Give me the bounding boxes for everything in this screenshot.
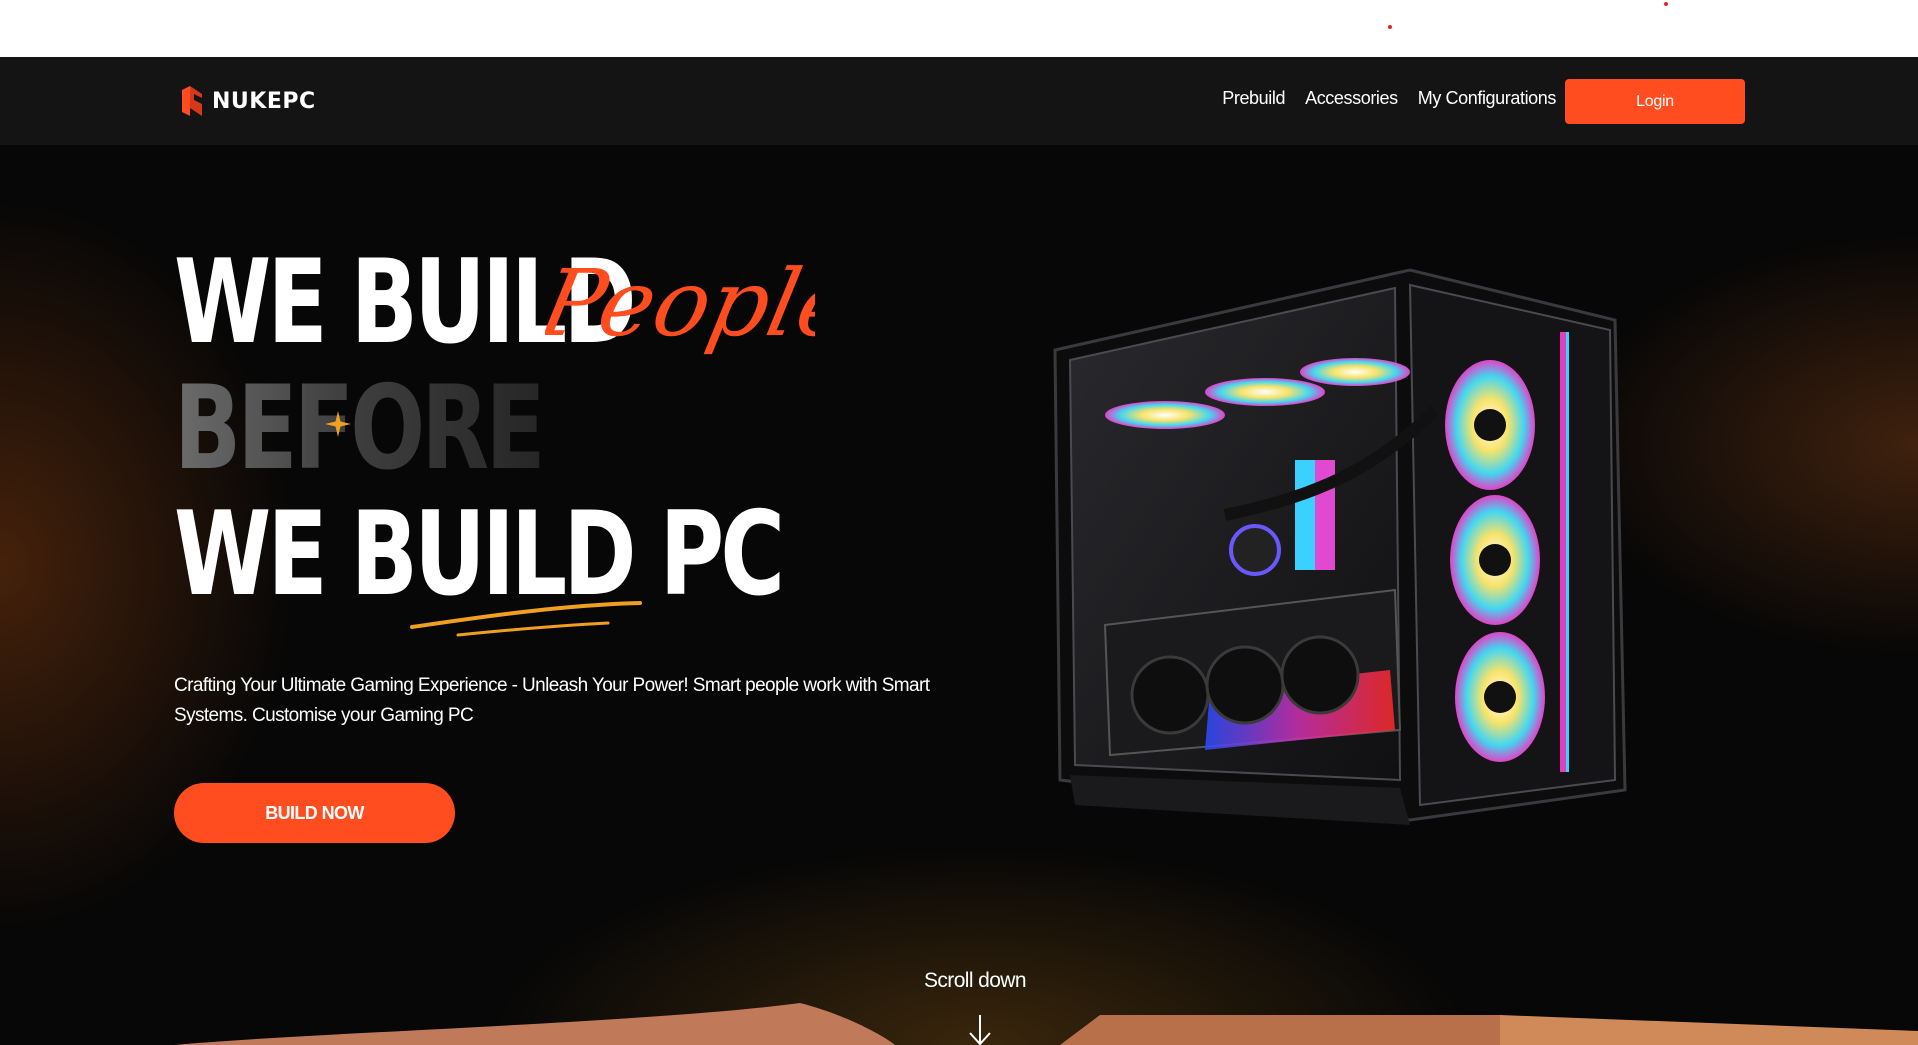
main-nav: Prebuild Accessories My Configurations [1222, 88, 1556, 109]
brand-logo[interactable]: NUKEPC [180, 84, 316, 118]
hero-section: WE BUILD People BEFORE WE BUILD PC Craft… [0, 145, 1918, 1045]
nav-link-accessories[interactable]: Accessories [1305, 88, 1398, 109]
brush-underline-icon [410, 601, 642, 637]
scroll-down-label[interactable]: Scroll down [924, 969, 1027, 993]
nav-link-prebuild[interactable]: Prebuild [1222, 88, 1285, 109]
sparkle-icon [325, 411, 351, 437]
headline-line-2: BEFORE [174, 361, 546, 496]
top-white-strip [0, 0, 1918, 57]
login-button[interactable]: Login [1565, 79, 1745, 124]
nav-link-my-configurations[interactable]: My Configurations [1418, 88, 1557, 109]
hero-description: Crafting Your Ultimate Gaming Experience… [174, 675, 930, 726]
bottom-preview-art [175, 1003, 1918, 1045]
svg-text:People: People [545, 250, 815, 357]
gaming-pc-case-image [1053, 268, 1627, 825]
red-dot [1664, 2, 1668, 6]
script-word-people: People [545, 250, 815, 357]
nukepc-logo-icon [182, 86, 202, 116]
build-now-button[interactable]: BUILD NOW [174, 783, 455, 843]
brand-name: NUKEPC [212, 88, 316, 114]
red-dot [1388, 25, 1392, 29]
